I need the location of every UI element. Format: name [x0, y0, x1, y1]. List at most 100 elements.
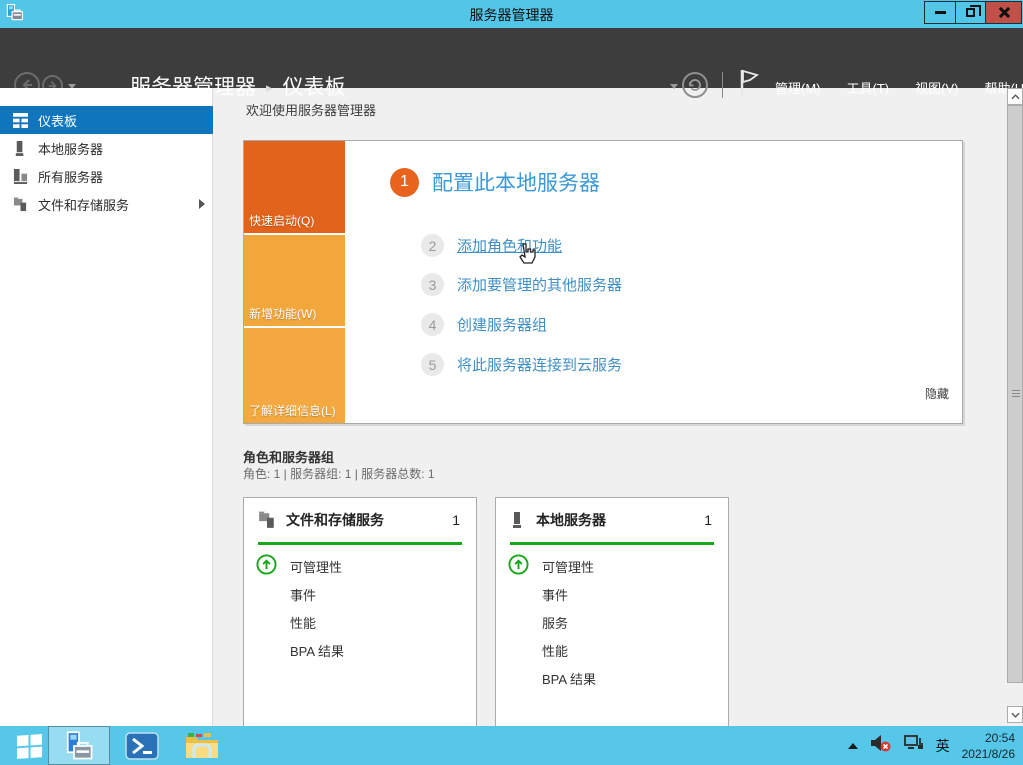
- roles-section-title: 角色和服务器组: [243, 450, 335, 465]
- step-number-badge: 3: [421, 273, 444, 296]
- card-row-manageability[interactable]: 可管理性: [290, 557, 342, 576]
- server-manager-window: 服务器管理器 服务器管理器 ▸ 仪表板: [0, 0, 1023, 765]
- refresh-dropdown-caret-icon[interactable]: [670, 84, 678, 89]
- step-number-badge: 5: [421, 353, 444, 376]
- step-number-badge: 1: [390, 167, 419, 197]
- all-servers-icon: [13, 168, 28, 184]
- step-number-badge: 2: [421, 234, 444, 257]
- tile-learn-more[interactable]: 了解详细信息(L): [244, 328, 345, 423]
- tray-expand-icon[interactable]: [847, 742, 858, 749]
- scroll-up-button[interactable]: [1007, 88, 1023, 105]
- windows-logo-icon: [16, 734, 42, 759]
- close-button[interactable]: [985, 1, 1022, 24]
- volume-muted-icon[interactable]: [870, 733, 892, 758]
- vertical-scrollbar: [1007, 88, 1023, 726]
- tile-quick-start[interactable]: 快速启动(Q): [244, 141, 345, 233]
- step-configure-local-server[interactable]: 1 配置此本地服务器: [390, 167, 600, 197]
- network-icon[interactable]: [903, 734, 924, 757]
- sidebar: 仪表板 本地服务器 所有服务器 文件和存储服务: [0, 88, 213, 726]
- step-add-roles-features[interactable]: 2 添加角色和功能: [421, 234, 562, 257]
- file-storage-icon: [259, 511, 274, 528]
- card-count-badge: 1: [452, 512, 460, 528]
- taskbar-powershell-button[interactable]: [118, 726, 166, 765]
- close-icon: [998, 7, 1009, 18]
- tile-label: 新增功能(W): [249, 307, 317, 321]
- local-server-icon: [513, 512, 521, 528]
- menu-manage[interactable]: 管理(M): [775, 78, 821, 97]
- minimize-button[interactable]: [924, 1, 956, 24]
- sidebar-item-all-servers[interactable]: 所有服务器: [0, 162, 213, 190]
- card-status-rule: [510, 542, 714, 545]
- card-row-events[interactable]: 事件: [542, 585, 568, 604]
- card-row-bpa-results[interactable]: BPA 结果: [290, 641, 344, 660]
- card-title[interactable]: 文件和存储服务: [286, 510, 442, 530]
- scrollbar-thumb[interactable]: [1007, 105, 1023, 683]
- card-row-performance[interactable]: 性能: [290, 613, 316, 632]
- app-header: 服务器管理器 ▸ 仪表板 管理(M) 工具(T) 视图(V) 帮助(H): [0, 28, 1023, 99]
- taskbar-file-explorer-button[interactable]: [178, 726, 226, 765]
- hide-link[interactable]: 隐藏: [925, 385, 949, 402]
- file-explorer-icon: [186, 732, 218, 758]
- sidebar-item-label: 仪表板: [38, 113, 78, 129]
- card-header[interactable]: 本地服务器 1: [496, 498, 728, 542]
- step-link[interactable]: 添加要管理的其他服务器: [457, 274, 622, 295]
- step-add-other-servers[interactable]: 3 添加要管理的其他服务器: [421, 273, 622, 296]
- tile-label: 快速启动(Q): [249, 214, 315, 228]
- clock-time: 20:54: [984, 730, 1015, 745]
- step-create-server-group[interactable]: 4 创建服务器组: [421, 313, 547, 336]
- sidebar-item-local-server[interactable]: 本地服务器: [0, 134, 213, 162]
- breadcrumb-current[interactable]: 仪表板: [283, 71, 346, 101]
- clock[interactable]: 20:54 2021/8/26: [962, 730, 1015, 762]
- menu-bar: 管理(M) 工具(T) 视图(V) 帮助(H): [775, 78, 1023, 97]
- start-button[interactable]: [10, 726, 48, 765]
- sidebar-item-dashboard[interactable]: 仪表板: [0, 106, 213, 134]
- card-count-badge: 1: [704, 512, 712, 528]
- system-tray: 英 20:54 2021/8/26: [847, 726, 1015, 765]
- welcome-heading: 欢迎使用服务器管理器: [246, 103, 377, 118]
- sidebar-item-file-storage-services[interactable]: 文件和存储服务: [0, 190, 213, 218]
- step-link[interactable]: 配置此本地服务器: [432, 167, 600, 197]
- roles-section-summary: 角色: 1 | 服务器组: 1 | 服务器总数: 1: [243, 467, 435, 481]
- taskbar-server-manager-button[interactable]: [48, 726, 110, 765]
- step-connect-cloud-services[interactable]: 5 将此服务器连接到云服务: [421, 353, 622, 376]
- card-header[interactable]: 文件和存储服务 1: [244, 498, 476, 542]
- minimize-icon: [934, 11, 946, 14]
- clock-date: 2021/8/26: [961, 746, 1015, 761]
- step-link[interactable]: 添加角色和功能: [457, 235, 562, 256]
- step-link[interactable]: 创建服务器组: [457, 314, 547, 335]
- step-number-badge: 4: [421, 313, 444, 336]
- manageability-status-icon: [508, 554, 529, 580]
- refresh-icon: [689, 79, 701, 91]
- powershell-icon: [125, 731, 159, 760]
- manageability-status-icon: [256, 554, 277, 580]
- card-row-manageability[interactable]: 可管理性: [542, 557, 594, 576]
- sidebar-item-label: 所有服务器: [38, 169, 104, 185]
- card-row-services[interactable]: 服务: [542, 613, 568, 632]
- menu-view[interactable]: 视图(V): [915, 78, 958, 97]
- card-local-server: 本地服务器 1 可管理性 事件 服务 性能 BPA 结果: [495, 497, 729, 729]
- restore-button[interactable]: [955, 1, 986, 24]
- card-title[interactable]: 本地服务器: [536, 510, 694, 530]
- scroll-down-button[interactable]: [1007, 706, 1023, 723]
- scrollbar-grip-icon: [1012, 390, 1020, 399]
- tile-label: 了解详细信息(L): [249, 404, 336, 418]
- card-row-bpa-results[interactable]: BPA 结果: [542, 669, 596, 688]
- flag-icon: [740, 69, 760, 96]
- title-bar: 服务器管理器: [0, 0, 1023, 28]
- tile-whats-new[interactable]: 新增功能(W): [244, 235, 345, 326]
- notifications-flag-button[interactable]: [738, 68, 760, 103]
- step-link[interactable]: 将此服务器连接到云服务: [457, 354, 622, 375]
- chevron-down-icon: [1010, 712, 1020, 718]
- menu-tools[interactable]: 工具(T): [847, 78, 890, 97]
- taskbar: 英 20:54 2021/8/26: [0, 726, 1023, 765]
- card-row-events[interactable]: 事件: [290, 585, 316, 604]
- sidebar-item-label: 文件和存储服务: [38, 197, 130, 213]
- expand-chevron-icon[interactable]: [199, 199, 205, 209]
- breadcrumb-separator-icon: ▸: [266, 79, 273, 95]
- card-row-performance[interactable]: 性能: [542, 641, 568, 660]
- restore-icon: [966, 5, 981, 17]
- refresh-button[interactable]: [682, 72, 708, 98]
- ime-indicator[interactable]: 英: [936, 736, 950, 756]
- sidebar-item-label: 本地服务器: [38, 141, 104, 157]
- header-divider: [722, 72, 723, 98]
